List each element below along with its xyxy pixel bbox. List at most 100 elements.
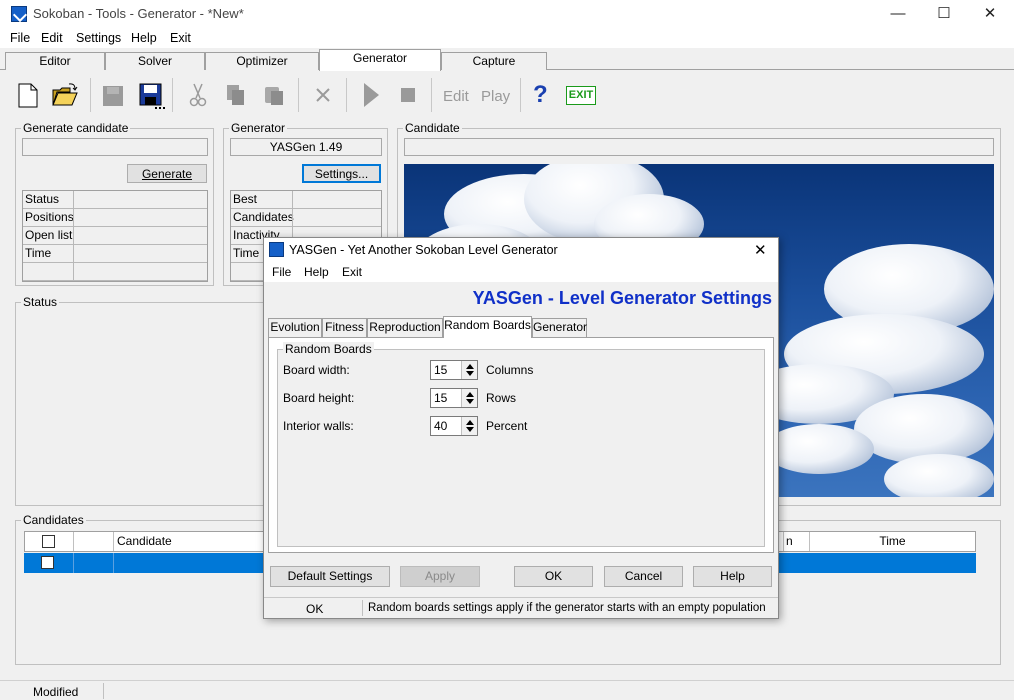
ok-button[interactable]: OK <box>514 566 593 587</box>
grid-row: Status <box>23 191 207 209</box>
toolbar-separator <box>298 78 299 112</box>
row-label-positions: Positions <box>25 210 74 224</box>
dialog-app-icon <box>269 242 284 257</box>
close-button[interactable]: ✕ <box>967 0 1013 29</box>
tab-evolution[interactable]: Evolution <box>268 318 322 337</box>
row-checkbox[interactable] <box>41 556 54 569</box>
dialog-menu-help[interactable]: Help <box>304 265 329 279</box>
generate-label: Generate <box>141 167 193 181</box>
generate-stats-grid: Status Positions Open list Time <box>22 190 208 282</box>
dialog-status-ok: OK <box>306 602 324 616</box>
disabled-save-icon <box>99 80 127 110</box>
row-divider <box>113 553 114 573</box>
board-width-label: Board width: <box>283 363 350 377</box>
save-icon[interactable] <box>137 80 165 110</box>
app-icon <box>11 6 27 22</box>
title-bar: Sokoban - Tools - Generator - *New* — ☐ … <box>0 0 1014 29</box>
play-tool-button: Play <box>481 88 511 105</box>
spin-up-icon[interactable] <box>466 364 474 369</box>
status-divider <box>103 683 104 699</box>
tab-optimizer[interactable]: Optimizer <box>205 52 319 70</box>
dialog-menu-file[interactable]: File <box>272 265 291 279</box>
row-label-status: Status <box>25 192 60 206</box>
spinner-arrows[interactable] <box>461 417 477 435</box>
exit-icon[interactable]: EXIT <box>566 86 596 105</box>
tab-generator[interactable]: Generator <box>319 49 441 71</box>
status-bar: Modified <box>0 680 1014 700</box>
dialog-close-button[interactable]: ✕ <box>754 241 767 259</box>
dialog-heading: YASGen - Level Generator Settings <box>472 288 772 308</box>
header-cell-select[interactable] <box>25 532 74 551</box>
maximize-button[interactable]: ☐ <box>921 0 967 29</box>
status-text: Modified <box>33 685 79 699</box>
spin-up-icon[interactable] <box>466 392 474 397</box>
spin-down-icon[interactable] <box>466 399 474 404</box>
tab-solver[interactable]: Solver <box>105 52 205 70</box>
group-title: Candidate <box>403 121 462 135</box>
group-title: Generate candidate <box>21 121 131 135</box>
group-title: Generator <box>229 121 288 135</box>
edit-tool-button: Edit <box>443 88 469 105</box>
settings-button[interactable]: Settings... <box>302 164 381 183</box>
generate-candidate-field <box>22 138 208 156</box>
menu-help[interactable]: Help <box>131 31 157 45</box>
generate-button[interactable]: Generate <box>127 164 207 183</box>
yasgen-settings-dialog: YASGen - Yet Another Sokoban Level Gener… <box>263 237 779 619</box>
help-icon[interactable]: ? <box>533 81 548 109</box>
interior-walls-unit: Percent <box>486 419 528 433</box>
help-button[interactable]: Help <box>693 566 772 587</box>
row-label-candidates: Candidates <box>233 210 294 224</box>
board-width-spinner[interactable]: 15 <box>430 360 478 380</box>
generator-name: YASGen 1.49 <box>230 138 382 156</box>
cancel-button[interactable]: Cancel <box>604 566 683 587</box>
header-cell-time[interactable]: Time <box>810 532 975 551</box>
spin-up-icon[interactable] <box>466 420 474 425</box>
interior-walls-value[interactable]: 40 <box>434 419 447 433</box>
tab-fitness[interactable]: Fitness <box>322 318 367 337</box>
apply-button[interactable]: Apply <box>400 566 480 587</box>
board-height-label: Board height: <box>283 391 355 405</box>
grid-row <box>23 263 207 281</box>
play-icon <box>357 80 385 110</box>
new-file-icon[interactable] <box>14 80 42 110</box>
row-label-open-list: Open list <box>25 228 73 242</box>
paste-icon <box>260 80 288 110</box>
board-height-spinner[interactable]: 15 <box>430 388 478 408</box>
interior-walls-label: Interior walls: <box>283 419 354 433</box>
menu-file[interactable]: File <box>10 31 30 45</box>
menu-exit[interactable]: Exit <box>170 31 191 45</box>
header-cell-hidden[interactable]: n <box>784 532 810 551</box>
interior-walls-spinner[interactable]: 40 <box>430 416 478 436</box>
tab-reproduction[interactable]: Reproduction <box>367 318 443 337</box>
board-height-value[interactable]: 15 <box>434 391 447 405</box>
delete-icon <box>309 80 337 110</box>
spin-down-icon[interactable] <box>466 371 474 376</box>
cut-icon <box>184 80 212 110</box>
default-settings-button[interactable]: Default Settings <box>270 566 390 587</box>
menu-settings[interactable]: Settings <box>76 31 121 45</box>
dialog-menu-exit[interactable]: Exit <box>342 265 362 279</box>
select-all-checkbox[interactable] <box>42 535 55 548</box>
spinner-arrows[interactable] <box>461 389 477 407</box>
spin-down-icon[interactable] <box>466 427 474 432</box>
header-cell-index[interactable] <box>74 532 114 551</box>
open-folder-icon[interactable] <box>50 80 78 110</box>
spinner-arrows[interactable] <box>461 361 477 379</box>
toolbar-separator <box>431 78 432 112</box>
grid-row: Positions <box>23 209 207 227</box>
window-title: Sokoban - Tools - Generator - *New* <box>33 6 244 21</box>
toolbar-separator <box>90 78 91 112</box>
tab-random-boards[interactable]: Random Boards <box>443 316 532 338</box>
board-width-value[interactable]: 15 <box>434 363 447 377</box>
dialog-menu-bar: File Help Exit <box>264 261 778 282</box>
menu-edit[interactable]: Edit <box>41 31 63 45</box>
stop-icon <box>394 80 422 110</box>
tab-capture[interactable]: Capture <box>441 52 547 70</box>
board-height-unit: Rows <box>486 391 517 405</box>
tab-generator[interactable]: Generator <box>532 318 587 337</box>
group-title: Candidates <box>21 513 86 527</box>
tab-editor[interactable]: Editor <box>5 52 105 70</box>
row-label-time: Time <box>25 246 52 260</box>
board-width-unit: Columns <box>486 363 534 377</box>
minimize-button[interactable]: — <box>875 0 921 29</box>
